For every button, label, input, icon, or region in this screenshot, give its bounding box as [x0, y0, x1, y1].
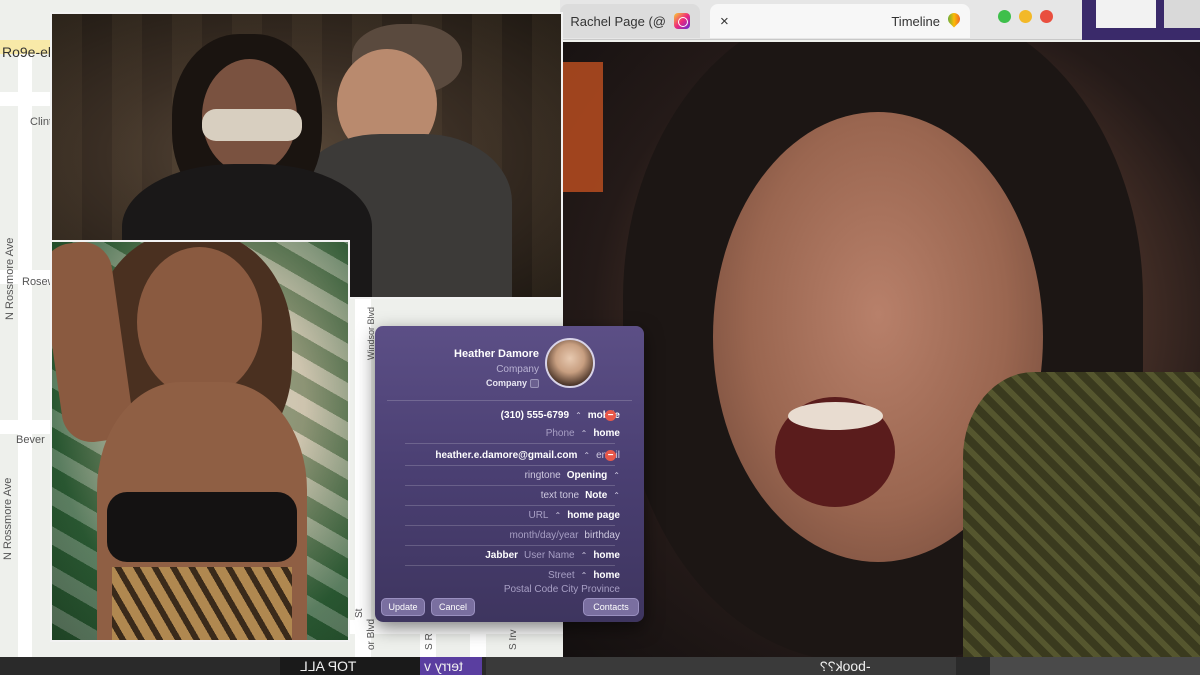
map-label-street-top: Ro9e-ek	[2, 44, 55, 60]
field-home-page-value[interactable]: URL	[528, 510, 548, 521]
field-home-phone[interactable]: Phone ⌃ home	[395, 424, 620, 442]
contact-card-buttons: Contacts Cancel Update	[375, 598, 644, 620]
chevron-updown-icon: ⌃	[580, 550, 588, 560]
chevron-updown-icon: ⌃	[613, 490, 620, 500]
cancel-button[interactable]: Cancel	[431, 598, 475, 616]
window-controls	[998, 10, 1053, 23]
field-email-value[interactable]: heather.e.damore@gmail.com	[435, 450, 577, 461]
map-label-clint: Clint	[30, 116, 53, 128]
field-birthday-value[interactable]: month/day/year	[509, 530, 578, 541]
chevron-updown-icon: ⌃	[580, 428, 588, 438]
contact-card: Heather Damore Company Company (310) 555…	[375, 326, 644, 622]
company-checkbox[interactable]	[530, 379, 539, 389]
background-window-thumbnail	[1082, 0, 1200, 40]
company-checkbox-label: Company	[485, 378, 527, 388]
text-tone-select[interactable]: Note	[585, 490, 607, 501]
map-label-or-blvd: or Blvd	[366, 618, 377, 650]
google-maps-icon	[948, 13, 960, 29]
field-im-service[interactable]: Jabber	[485, 550, 518, 561]
map-label-bever: Bever	[16, 434, 45, 446]
remove-mobile-icon[interactable]: −	[605, 410, 616, 421]
contacts-button[interactable]: Contacts	[583, 598, 639, 616]
field-home-phone-label[interactable]: home	[593, 428, 620, 439]
field-ringtone-label: ringtone	[524, 469, 561, 481]
field-home-page[interactable]: URL ⌃ home page	[395, 506, 620, 524]
field-home-page-label[interactable]: home page	[567, 510, 620, 521]
chevron-updown-icon: ⌃	[575, 410, 582, 420]
field-address-city-value[interactable]: Postal Code City Province	[504, 584, 620, 595]
tab-instagram[interactable]: Rachel Page (@	[560, 4, 700, 38]
map-label-s-rossmore: S R	[424, 633, 435, 650]
close-window-icon[interactable]	[1040, 10, 1053, 23]
field-ringtone[interactable]: ringtone Opening ⌃	[395, 466, 620, 484]
field-mobile-value[interactable]: (310) 555-6799	[501, 410, 569, 421]
field-address-label[interactable]: home	[593, 570, 620, 581]
minimize-window-icon[interactable]	[1019, 10, 1032, 23]
ringtone-select[interactable]: Opening	[567, 470, 608, 481]
map-label-n-rossmore-2: N Rossmore Ave	[2, 477, 14, 560]
field-im-username[interactable]: User Name	[524, 550, 575, 561]
field-address-street-value[interactable]: Street	[548, 570, 575, 581]
instagram-icon	[674, 13, 690, 29]
map-label-s-irv: S Irv	[508, 629, 519, 650]
remove-email-icon[interactable]: −	[605, 450, 616, 461]
chevron-updown-icon: ⌃	[583, 450, 591, 460]
tab-timeline[interactable]: × Timeline	[710, 4, 970, 38]
bottom-text-3: -book??	[820, 658, 871, 674]
field-mobile[interactable]: (310) 555-6799 ⌃ mobile	[395, 406, 620, 424]
field-instant-message[interactable]: Jabber User Name ⌃ home	[395, 546, 620, 564]
contact-name[interactable]: Heather Damore	[443, 348, 539, 360]
photo-crying-woman	[563, 42, 1200, 657]
browser-tab-bar: Rachel Page (@ × Timeline	[560, 0, 1090, 40]
field-email[interactable]: heather.e.damore@gmail.com ⌃ email	[395, 446, 620, 464]
maximize-window-icon[interactable]	[998, 10, 1011, 23]
field-address-city[interactable]: Postal Code City Province	[395, 580, 620, 598]
field-text-tone-label: text tone	[540, 489, 580, 501]
field-im-label[interactable]: home	[593, 550, 620, 561]
chevron-updown-icon: ⌃	[580, 570, 588, 580]
contact-card-header: Heather Damore Company Company	[375, 326, 644, 396]
bottom-window-strip: TOP ALL terry v -book??	[0, 657, 1200, 675]
photo-selfie	[50, 240, 350, 642]
map-label-n-rossmore-1: N Rossmore Ave	[4, 237, 16, 320]
chevron-updown-icon: ⌃	[613, 470, 620, 480]
tab-instagram-label: Rachel Page (@	[570, 13, 666, 29]
contact-avatar[interactable]	[545, 338, 595, 388]
field-home-phone-value[interactable]: Phone	[546, 428, 575, 439]
map-label-st: St	[354, 608, 365, 618]
company-checkbox-row[interactable]: Company	[443, 378, 539, 389]
contact-company-field[interactable]: Company	[443, 364, 539, 375]
field-text-tone[interactable]: text tone Note ⌃	[395, 486, 620, 504]
bottom-text-2: terry v	[424, 658, 463, 674]
tab-close-icon[interactable]: ×	[720, 13, 729, 30]
tab-timeline-label: Timeline	[891, 13, 940, 29]
bottom-text-1: TOP ALL	[300, 658, 357, 674]
field-birthday-label: birthday	[584, 529, 620, 541]
update-button[interactable]: Update	[381, 598, 425, 616]
field-birthday[interactable]: month/day/year birthday	[395, 526, 620, 544]
chevron-updown-icon: ⌃	[554, 510, 562, 520]
